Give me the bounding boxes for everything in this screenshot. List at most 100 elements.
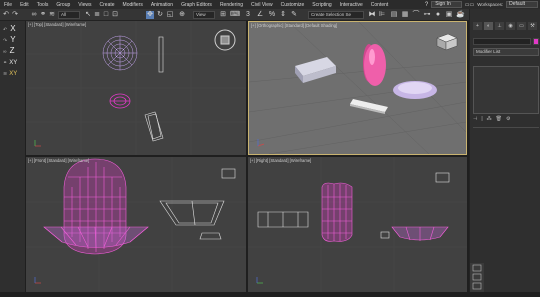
viewport-orthographic-label[interactable]: [+] [Orthographic] [Standard] [Default S…: [251, 23, 337, 28]
pin-stack-icon[interactable]: ⊣: [473, 116, 477, 124]
material-editor-icon[interactable]: ●: [434, 11, 442, 19]
reference-coordinate-value: View: [196, 12, 206, 17]
axis-gizmo-right: [256, 277, 263, 284]
menu-scripting[interactable]: Scripting: [308, 2, 335, 8]
menu-modifiers[interactable]: Modifiers: [119, 2, 147, 8]
keyboard-shortcut-icon[interactable]: ⌨: [230, 11, 240, 19]
named-selection-set-dropdown[interactable]: Create Selection Se: [308, 11, 364, 19]
box-wireframe-right: [380, 231, 390, 239]
snaps-toggle-icon[interactable]: 3: [244, 11, 252, 19]
menu-tools[interactable]: Tools: [33, 2, 53, 8]
modify-tab-icon[interactable]: ◐: [484, 22, 493, 30]
spinner-snap-icon[interactable]: ⇕: [279, 11, 287, 19]
viewport-front-label[interactable]: [+] [Front] [Standard] [Wireframe]: [28, 158, 89, 163]
viewport-right-label[interactable]: [+] [Right] [Standard] [Wireframe]: [250, 158, 311, 163]
sign-in-label: Sign In: [435, 1, 451, 7]
link-icon[interactable]: ∞: [30, 11, 38, 19]
select-by-name-icon[interactable]: ≣: [93, 11, 101, 19]
menu-views[interactable]: Views: [74, 2, 95, 8]
curve-editor-icon[interactable]: ⌒: [412, 11, 420, 19]
windows-icon[interactable]: ▭▭: [465, 2, 474, 8]
pivot-point-icon[interactable]: ⊞: [219, 11, 227, 19]
select-and-move-icon[interactable]: ✥: [146, 11, 154, 19]
select-object-icon[interactable]: ↖: [84, 11, 92, 19]
display-tab-icon[interactable]: ▭: [517, 22, 526, 30]
restrict-x-icon[interactable]: ↶ X: [3, 24, 17, 34]
modifier-stack[interactable]: [473, 66, 539, 114]
stick-wireframe-right: [257, 211, 309, 228]
mirror-icon[interactable]: ⧓: [368, 11, 376, 19]
help-icon[interactable]: ?: [425, 2, 428, 8]
render-setup-icon[interactable]: ▣: [445, 11, 453, 19]
sign-in-dropdown[interactable]: Sign In: [431, 1, 462, 8]
percent-snap-icon[interactable]: %: [268, 11, 276, 19]
modifier-list-label: Modifier List: [476, 49, 501, 54]
selection-filter-value: All: [61, 12, 67, 17]
layer-explorer-icon[interactable]: ▤: [390, 11, 398, 19]
object-name-field[interactable]: [473, 38, 531, 45]
box-wireframe-top: [144, 111, 164, 142]
schematic-view-icon[interactable]: ⊶: [423, 11, 431, 19]
viewport-front[interactable]: [+] [Front] [Standard] [Wireframe]: [26, 157, 246, 292]
selection-filter-dropdown[interactable]: All: [58, 11, 80, 19]
show-end-result-icon[interactable]: |: [481, 116, 482, 124]
capsule-wireframe-right: [321, 182, 353, 242]
select-and-place-icon[interactable]: ⊕: [178, 11, 186, 19]
bowl-wireframe-top: [102, 35, 138, 71]
menu-create[interactable]: Create: [96, 2, 119, 8]
bind-space-warp-icon[interactable]: ≋: [48, 11, 56, 19]
menu-civil-view[interactable]: Civil View: [247, 2, 277, 8]
menu-animation[interactable]: Animation: [147, 2, 177, 8]
workspaces-dropdown[interactable]: Default: [506, 1, 538, 8]
restrict-xy-label: XY: [9, 60, 18, 66]
restrict-plane-icon[interactable]: ≋ XY: [3, 68, 17, 78]
workspaces-value: Default: [509, 1, 525, 7]
menu-graph-editors[interactable]: Graph Editors: [177, 2, 216, 8]
menu-edit[interactable]: Edit: [16, 2, 33, 8]
stick-wireframe-top: [158, 36, 164, 73]
restrict-z-icon[interactable]: ∞ Z: [3, 46, 17, 56]
capsule-small-right: [435, 172, 450, 183]
menu-customize[interactable]: Customize: [277, 2, 309, 8]
reference-coordinate-dropdown[interactable]: View: [193, 11, 215, 19]
axis-gizmo-front: [34, 277, 41, 284]
stick-shaded: [350, 99, 388, 114]
align-icon[interactable]: ⊫: [378, 11, 386, 19]
modifier-list-dropdown[interactable]: Modifier List: [473, 48, 539, 56]
create-tab-icon[interactable]: +: [473, 22, 482, 30]
unlink-icon[interactable]: ⚭: [39, 11, 47, 19]
menu-group[interactable]: Group: [52, 2, 74, 8]
menu-content[interactable]: Content: [367, 2, 393, 8]
viewport-orthographic[interactable]: [+] [Orthographic] [Standard] [Default S…: [248, 21, 467, 155]
motion-tab-icon[interactable]: ◉: [506, 22, 515, 30]
menu-rendering[interactable]: Rendering: [216, 2, 247, 8]
select-and-scale-icon[interactable]: ◱: [166, 11, 174, 19]
menu-file[interactable]: File: [0, 2, 16, 8]
viewport-top-label[interactable]: [+] [Top] [Standard] [Wireframe]: [28, 22, 86, 27]
viewport-front-scene: [26, 157, 246, 292]
select-and-rotate-icon[interactable]: ↻: [156, 11, 164, 19]
hierarchy-tab-icon[interactable]: ⊥: [495, 22, 504, 30]
object-color-swatch[interactable]: [533, 38, 539, 45]
viewport-navigation-controls[interactable]: [470, 263, 484, 292]
named-selection-icon[interactable]: ✎: [290, 11, 298, 19]
utilities-tab-icon[interactable]: ⚒: [528, 22, 537, 30]
angle-snap-icon[interactable]: ∠: [256, 11, 264, 19]
workspaces-label: Workspaces:: [477, 2, 504, 7]
viewport-top[interactable]: [+] [Top] [Standard] [Wireframe]: [26, 21, 246, 155]
configure-sets-icon[interactable]: ⚙: [506, 116, 510, 124]
redo-icon[interactable]: ↷: [11, 11, 19, 19]
rectangular-selection-icon[interactable]: □: [102, 11, 110, 19]
toggle-ribbon-icon[interactable]: ▦: [401, 11, 409, 19]
restrict-xy-icon[interactable]: ⚭ XY: [3, 57, 17, 67]
undo-icon[interactable]: ↶: [2, 11, 10, 19]
restrict-y-icon[interactable]: ↷ Y: [3, 35, 17, 45]
remove-modifier-icon[interactable]: 🗑: [496, 116, 502, 124]
viewport-right[interactable]: [+] [Right] [Standard] [Wireframe]: [248, 157, 467, 292]
menu-interactive[interactable]: Interactive: [336, 2, 367, 8]
viewcube-top: [214, 29, 236, 51]
make-unique-icon[interactable]: ⁂: [487, 116, 492, 124]
bowl-wireframe-right: [391, 226, 449, 241]
render-icon[interactable]: ☕: [456, 11, 465, 19]
window-crossing-icon[interactable]: ⊡: [111, 11, 119, 19]
